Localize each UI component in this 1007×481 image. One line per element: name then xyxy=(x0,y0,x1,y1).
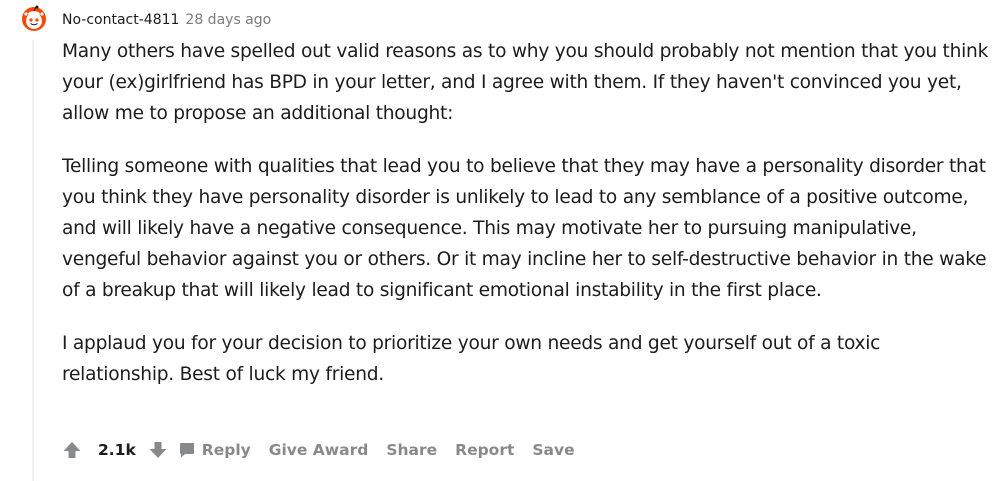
reply-label: Reply xyxy=(201,441,251,459)
avatar[interactable] xyxy=(20,4,48,32)
reply-button[interactable]: Reply xyxy=(178,441,251,459)
upvote-arrow-icon xyxy=(63,442,81,458)
snoo-avatar-icon xyxy=(22,5,46,31)
comment-body: Many others have spelled out valid reaso… xyxy=(62,36,992,390)
comment-actions: 2.1k Reply Give Award Share Report Save xyxy=(60,436,593,464)
thread-line[interactable] xyxy=(32,40,34,481)
comment-bubble-icon xyxy=(179,443,194,458)
timestamp[interactable]: 28 days ago xyxy=(185,10,271,30)
give-award-button[interactable]: Give Award xyxy=(269,441,369,459)
comment-paragraph: Telling someone with qualities that lead… xyxy=(62,156,987,301)
comment-paragraph: I applaud you for your decision to prior… xyxy=(62,333,881,385)
report-label: Report xyxy=(455,441,515,459)
vote-score: 2.1k xyxy=(98,441,136,459)
share-button[interactable]: Share xyxy=(386,441,437,459)
comment-paragraph: Many others have spelled out valid reaso… xyxy=(62,41,989,124)
report-button[interactable]: Report xyxy=(455,441,514,459)
give-award-label: Give Award xyxy=(268,441,369,459)
share-label: Share xyxy=(386,441,438,459)
comment-header: No-contact-4811 28 days ago xyxy=(62,10,271,30)
downvote-button[interactable] xyxy=(146,436,170,464)
comment: No-contact-4811 28 days ago Many others … xyxy=(0,0,1007,481)
save-button[interactable]: Save xyxy=(532,441,574,459)
upvote-button[interactable] xyxy=(60,436,84,464)
save-label: Save xyxy=(532,441,575,459)
author-link[interactable]: No-contact-4811 xyxy=(62,10,179,30)
downvote-arrow-icon xyxy=(149,442,167,458)
